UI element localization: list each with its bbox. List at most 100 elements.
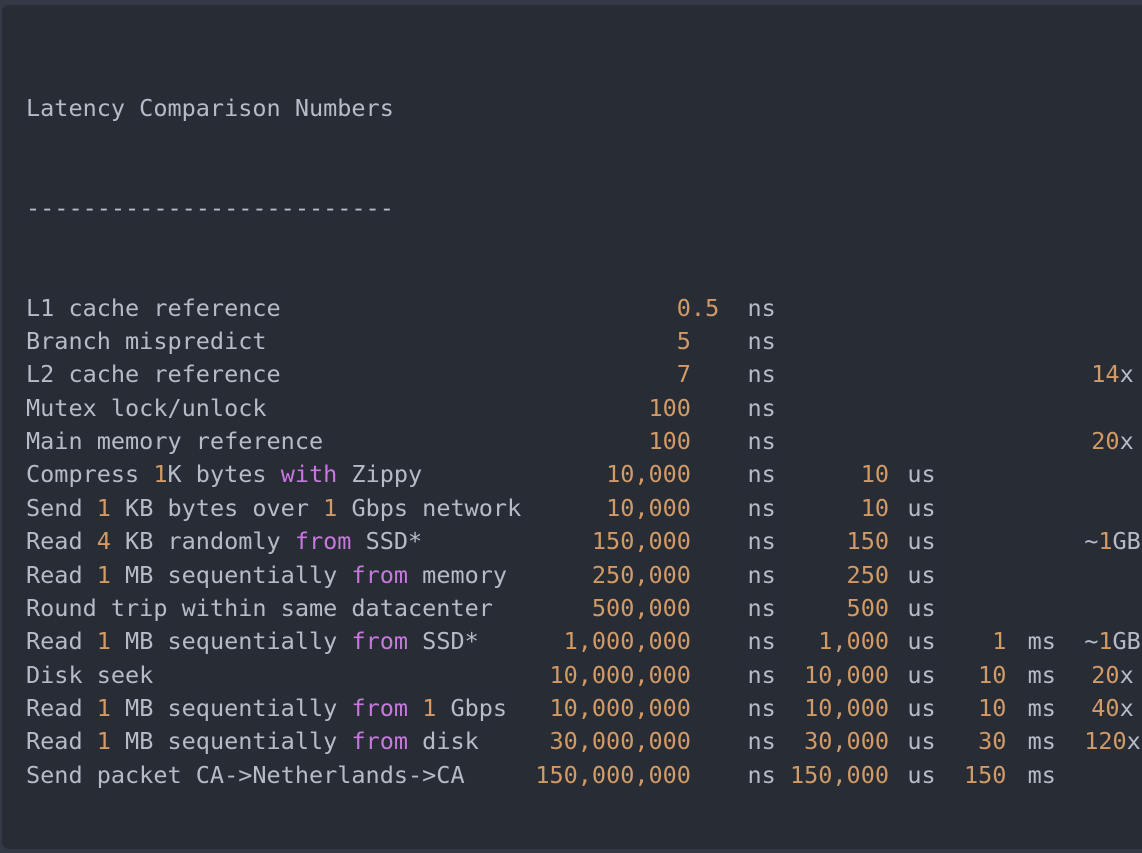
ns-value: 1,000,000 bbox=[535, 625, 691, 658]
us-value bbox=[776, 425, 889, 458]
ms-value bbox=[936, 358, 1007, 391]
text-token: us bbox=[907, 561, 935, 589]
keyword-token: from bbox=[351, 561, 408, 589]
row-note: 20x bbox=[1056, 425, 1142, 458]
text-token: ns bbox=[748, 360, 776, 388]
ms-unit bbox=[1006, 292, 1056, 325]
us-value bbox=[776, 292, 889, 325]
row-note: 40x bbox=[1056, 692, 1142, 725]
table-row: Compress 1K bytes with Zippy10,000ns10us bbox=[26, 458, 1142, 491]
text-token: Main memory reference bbox=[26, 427, 323, 455]
text-token: x bbox=[1120, 360, 1134, 388]
multiplier-note: 20x bbox=[1084, 659, 1134, 692]
ms-unit: ms bbox=[1006, 692, 1056, 725]
keyword-token: with bbox=[281, 460, 338, 488]
ns-value: 30,000,000 bbox=[535, 725, 691, 758]
number-token: 10,000 bbox=[804, 694, 889, 722]
ns-value: 10,000,000 bbox=[535, 692, 691, 725]
text-token: MB sequentially bbox=[111, 627, 352, 655]
number-token: 10 bbox=[978, 694, 1006, 722]
ns-value: 10,000 bbox=[535, 492, 691, 525]
text-token: Send packet CA->Netherlands->CA bbox=[26, 761, 465, 789]
number-token: 150 bbox=[847, 527, 889, 555]
ms-value bbox=[936, 492, 1007, 525]
text-token: Read bbox=[26, 727, 97, 755]
text-token: memory bbox=[408, 561, 507, 589]
text-token: KB randomly bbox=[111, 527, 295, 555]
ms-value: 30 bbox=[936, 725, 1007, 758]
text-token: L2 cache reference bbox=[26, 360, 281, 388]
ms-unit: ms bbox=[1006, 625, 1056, 658]
text-token: ns bbox=[748, 594, 776, 622]
text-token: ns bbox=[748, 561, 776, 589]
text-token: KB bytes over bbox=[111, 494, 323, 522]
table-row: L1 cache reference0.5ns bbox=[26, 292, 1142, 325]
ns-value: 100 bbox=[535, 425, 691, 458]
row-note bbox=[1056, 559, 1142, 592]
row-note bbox=[1056, 458, 1142, 491]
us-unit bbox=[889, 325, 936, 358]
text-token bbox=[408, 694, 422, 722]
row-note: ~1GB bbox=[1056, 525, 1142, 558]
row-description: Read 1 MB sequentially from disk bbox=[26, 725, 535, 758]
number-token: 150,000 bbox=[790, 761, 889, 789]
ns-value: 150,000 bbox=[535, 525, 691, 558]
ms-unit bbox=[1006, 392, 1056, 425]
us-value: 250 bbox=[776, 559, 889, 592]
text-token: us bbox=[907, 761, 935, 789]
text-token: ns bbox=[748, 294, 776, 322]
row-description: L2 cache reference bbox=[26, 358, 535, 391]
text-token: Read bbox=[26, 627, 97, 655]
row-description: Compress 1K bytes with Zippy bbox=[26, 458, 535, 491]
us-unit: us bbox=[889, 592, 936, 625]
ns-unit: ns bbox=[691, 659, 776, 692]
number-token: 1 bbox=[422, 694, 436, 722]
us-value: 10,000 bbox=[776, 692, 889, 725]
row-note: 120x bbox=[1056, 725, 1142, 758]
number-token: 1 bbox=[97, 494, 111, 522]
number-token: 10,000 bbox=[606, 494, 691, 522]
number-token: 120 bbox=[1084, 727, 1126, 755]
number-token: 30,000 bbox=[804, 727, 889, 755]
ns-value: 10,000 bbox=[535, 458, 691, 491]
multiplier-note: 120x bbox=[1084, 725, 1141, 758]
us-unit: us bbox=[889, 559, 936, 592]
ms-value bbox=[936, 425, 1007, 458]
ns-unit: ns bbox=[691, 425, 776, 458]
ms-value: 150 bbox=[936, 759, 1007, 792]
us-value bbox=[776, 392, 889, 425]
table-row: Read 1 MB sequentially from 1 Gbps10,000… bbox=[26, 692, 1142, 725]
text-token: ms bbox=[1028, 627, 1056, 655]
text-token: ~ bbox=[1084, 627, 1098, 655]
ms-value bbox=[936, 525, 1007, 558]
ms-unit bbox=[1006, 425, 1056, 458]
text-token: us bbox=[907, 627, 935, 655]
text-token: us bbox=[907, 727, 935, 755]
ns-unit: ns bbox=[691, 492, 776, 525]
ms-value: 10 bbox=[936, 659, 1007, 692]
us-value: 150,000 bbox=[776, 759, 889, 792]
us-unit bbox=[889, 392, 936, 425]
us-unit: us bbox=[889, 492, 936, 525]
row-note: 20x bbox=[1056, 659, 1142, 692]
ns-value: 0.5 bbox=[535, 292, 691, 325]
row-note: 14x bbox=[1056, 358, 1142, 391]
number-token: 10,000 bbox=[606, 460, 691, 488]
row-note: ~1GB bbox=[1056, 625, 1142, 658]
number-token: 20 bbox=[1091, 661, 1119, 689]
table-row: Read 1 MB sequentially from SSD*1,000,00… bbox=[26, 625, 1142, 658]
row-note bbox=[1056, 292, 1142, 325]
text-token: GB bbox=[1113, 527, 1141, 555]
text-token: us bbox=[907, 594, 935, 622]
text-token: ns bbox=[748, 494, 776, 522]
ns-unit: ns bbox=[691, 592, 776, 625]
text-token: Round trip within same datacenter bbox=[26, 594, 493, 622]
number-token: 1 bbox=[97, 694, 111, 722]
keyword-token: from bbox=[351, 627, 408, 655]
ns-unit: ns bbox=[691, 525, 776, 558]
us-unit: us bbox=[889, 525, 936, 558]
us-value: 10 bbox=[776, 492, 889, 525]
ms-value: 10 bbox=[936, 692, 1007, 725]
text-token: ms bbox=[1028, 761, 1056, 789]
ms-unit: ms bbox=[1006, 759, 1056, 792]
